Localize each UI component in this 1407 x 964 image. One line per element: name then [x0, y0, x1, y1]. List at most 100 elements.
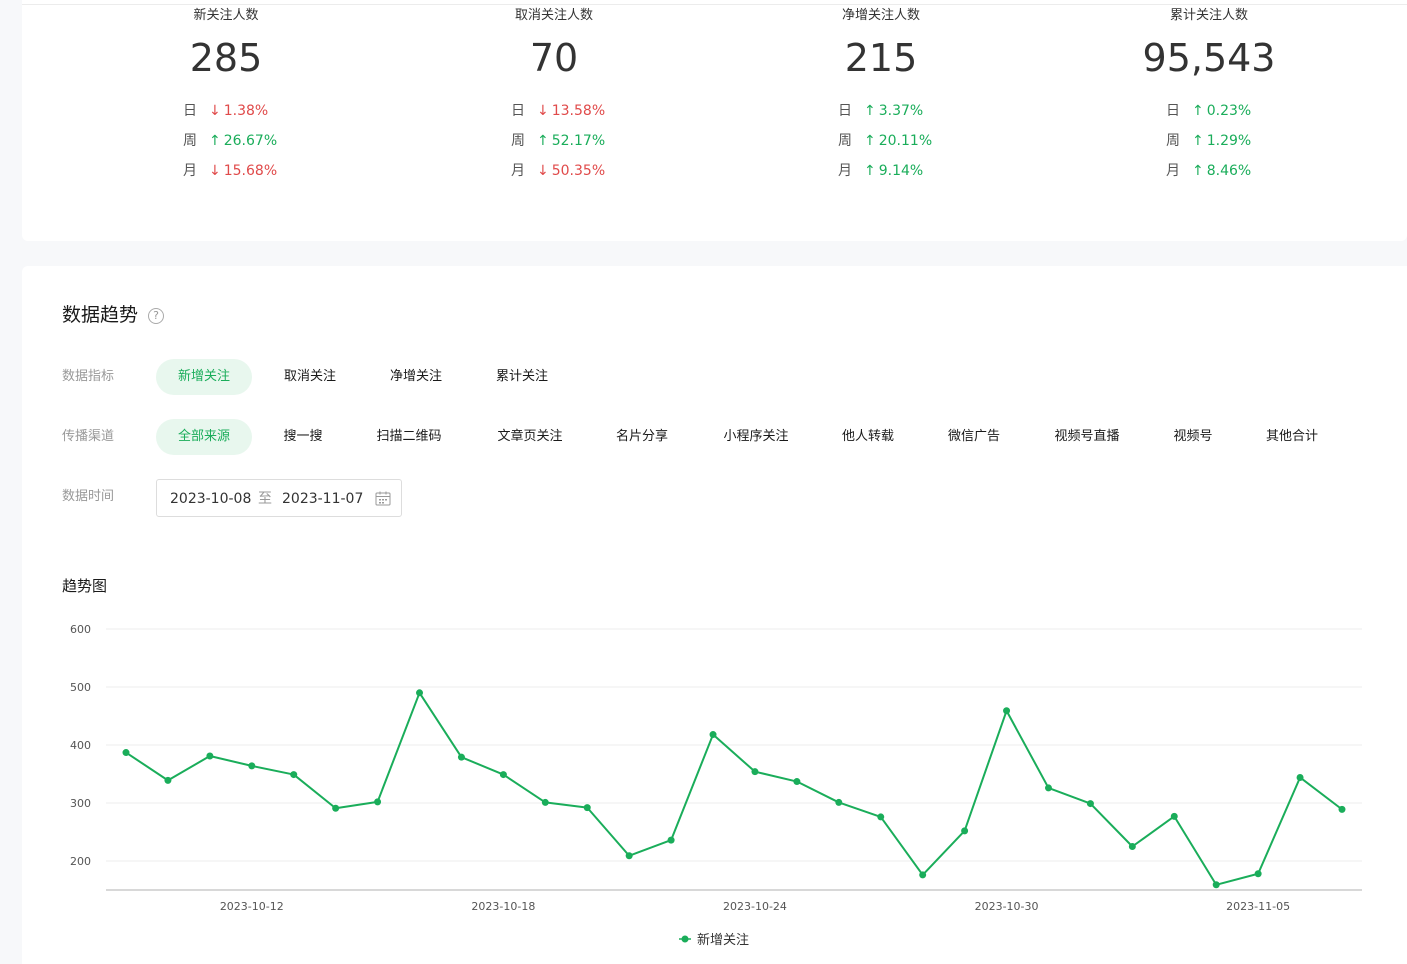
- data-point: [206, 752, 214, 760]
- change-percent: 50.35%: [551, 163, 606, 179]
- stat-value: 95,543: [1142, 36, 1276, 80]
- channel-chip[interactable]: 名片分享: [592, 419, 692, 455]
- data-point: [1170, 812, 1178, 820]
- y-tick-label: 600: [70, 623, 91, 636]
- data-point: [1128, 843, 1136, 850]
- x-tick-label: 2023-10-12: [220, 900, 284, 913]
- stat-change-row: 周 ↑ 52.17%: [511, 131, 605, 151]
- stat-change-row: 月 ↑ 8.46%: [1166, 161, 1251, 181]
- channel-chip[interactable]: 搜一搜: [258, 419, 348, 455]
- data-point: [961, 827, 969, 835]
- change-percent: 1.29%: [1206, 133, 1252, 149]
- data-point: [541, 798, 549, 806]
- arrow-down-icon: ↓: [209, 163, 221, 179]
- change-period: 月: [183, 163, 197, 179]
- data-point: [374, 798, 382, 806]
- data-point: [625, 852, 633, 860]
- data-point: [583, 804, 591, 812]
- stat-change-row: 周 ↑ 20.11%: [838, 131, 932, 151]
- channel-chip[interactable]: 视频号直播: [1032, 419, 1142, 455]
- date-end[interactable]: 2023-11-07: [282, 489, 363, 509]
- data-point: [1003, 707, 1011, 715]
- date-separator: 至: [258, 491, 272, 507]
- data-point: [709, 731, 717, 739]
- data-point: [877, 813, 885, 821]
- channel-chip[interactable]: 他人转载: [820, 419, 916, 455]
- data-point: [835, 798, 843, 806]
- metric-chip[interactable]: 累计关注: [470, 359, 574, 395]
- data-point: [1044, 784, 1052, 792]
- change-percent: 8.46%: [1206, 163, 1252, 179]
- change-percent: 13.58%: [551, 103, 606, 119]
- stat-label: 取消关注人数: [514, 8, 593, 23]
- change-percent: 26.67%: [223, 133, 278, 149]
- arrow-up-icon: ↑: [864, 163, 876, 179]
- stat-block: 取消关注人数 70: [404, 0, 704, 79]
- arrow-up-icon: ↑: [864, 103, 876, 119]
- x-tick-label: 2023-10-24: [723, 900, 787, 913]
- data-point: [457, 753, 465, 761]
- change-percent: 0.23%: [1206, 103, 1252, 119]
- channel-chip[interactable]: 全部来源: [156, 419, 252, 455]
- data-point: [248, 762, 256, 770]
- channel-chip[interactable]: 小程序关注: [702, 419, 810, 455]
- y-tick-label: 200: [70, 855, 91, 868]
- data-point: [919, 871, 927, 879]
- arrow-up-icon: ↑: [1192, 133, 1204, 149]
- stat-block: 新关注人数 285: [76, 0, 376, 79]
- data-point: [416, 689, 424, 697]
- change-period: 周: [838, 133, 852, 149]
- arrow-down-icon: ↓: [537, 163, 549, 179]
- change-period: 周: [511, 133, 525, 149]
- data-point: [1338, 805, 1346, 813]
- stat-change-row: 日 ↑ 3.37%: [838, 101, 923, 121]
- channel-chip[interactable]: 扫描二维码: [354, 419, 464, 455]
- x-tick-label: 2023-10-30: [975, 900, 1039, 913]
- metric-chip[interactable]: 新增关注: [156, 359, 252, 395]
- channel-chip[interactable]: 文章页关注: [478, 419, 582, 455]
- stat-change-row: 月 ↓ 50.35%: [511, 161, 605, 181]
- data-point: [793, 778, 801, 786]
- arrow-up-icon: ↑: [864, 133, 876, 149]
- y-tick-label: 400: [70, 739, 91, 752]
- arrow-up-icon: ↑: [1192, 103, 1204, 119]
- metric-chip[interactable]: 取消关注: [258, 359, 362, 395]
- data-point: [751, 768, 759, 776]
- change-period: 月: [1166, 163, 1180, 179]
- date-range-picker[interactable]: 2023-10-08 至 2023-11-07: [156, 479, 402, 517]
- stat-change-row: 日 ↓ 1.38%: [183, 101, 268, 121]
- data-point: [290, 771, 298, 779]
- summary-card: 新关注人数 285 日 ↓ 1.38% 周 ↑ 26.67% 月 ↓ 15.68% 取消关注人数 70 日…: [22, 0, 1407, 241]
- data-point: [332, 804, 340, 812]
- channel-chip[interactable]: 视频号: [1148, 419, 1238, 455]
- date-filter-label: 数据时间: [62, 489, 115, 504]
- data-point: [499, 771, 507, 779]
- channel-chip[interactable]: 其他合计: [1242, 419, 1342, 455]
- legend-label: 新增关注: [697, 932, 749, 948]
- change-period: 日: [511, 103, 525, 119]
- data-point: [1296, 773, 1304, 781]
- question-circle-icon[interactable]: ?: [148, 308, 164, 324]
- stat-block: 净增关注人数 215: [731, 0, 1031, 79]
- chart-title: 趋势图: [62, 577, 108, 595]
- metric-chip[interactable]: 净增关注: [364, 359, 468, 395]
- stat-label: 净增关注人数: [841, 8, 920, 23]
- stat-label: 累计关注人数: [1169, 8, 1248, 23]
- change-percent: 9.14%: [878, 163, 924, 179]
- stat-change-row: 日 ↑ 0.23%: [1166, 101, 1251, 121]
- arrow-down-icon: ↓: [209, 103, 221, 119]
- channel-chip[interactable]: 微信广告: [924, 419, 1024, 455]
- calendar-icon[interactable]: [375, 491, 391, 506]
- change-period: 日: [838, 103, 852, 119]
- stat-label: 新关注人数: [193, 8, 259, 23]
- section-title: 数据趋势: [62, 304, 139, 326]
- arrow-up-icon: ↑: [537, 133, 549, 149]
- change-period: 日: [1166, 103, 1180, 119]
- arrow-down-icon: ↓: [537, 103, 549, 119]
- stat-block: 累计关注人数 95,543: [1059, 0, 1359, 79]
- data-point: [122, 749, 130, 757]
- date-start[interactable]: 2023-10-08: [170, 489, 251, 509]
- stat-change-row: 月 ↓ 15.68%: [183, 161, 277, 181]
- trend-chart: 200 300 400 500 600 2023-10-12 2023-10-18 2023-…: [70, 623, 1362, 948]
- stat-change-row: 周 ↑ 1.29%: [1166, 131, 1251, 151]
